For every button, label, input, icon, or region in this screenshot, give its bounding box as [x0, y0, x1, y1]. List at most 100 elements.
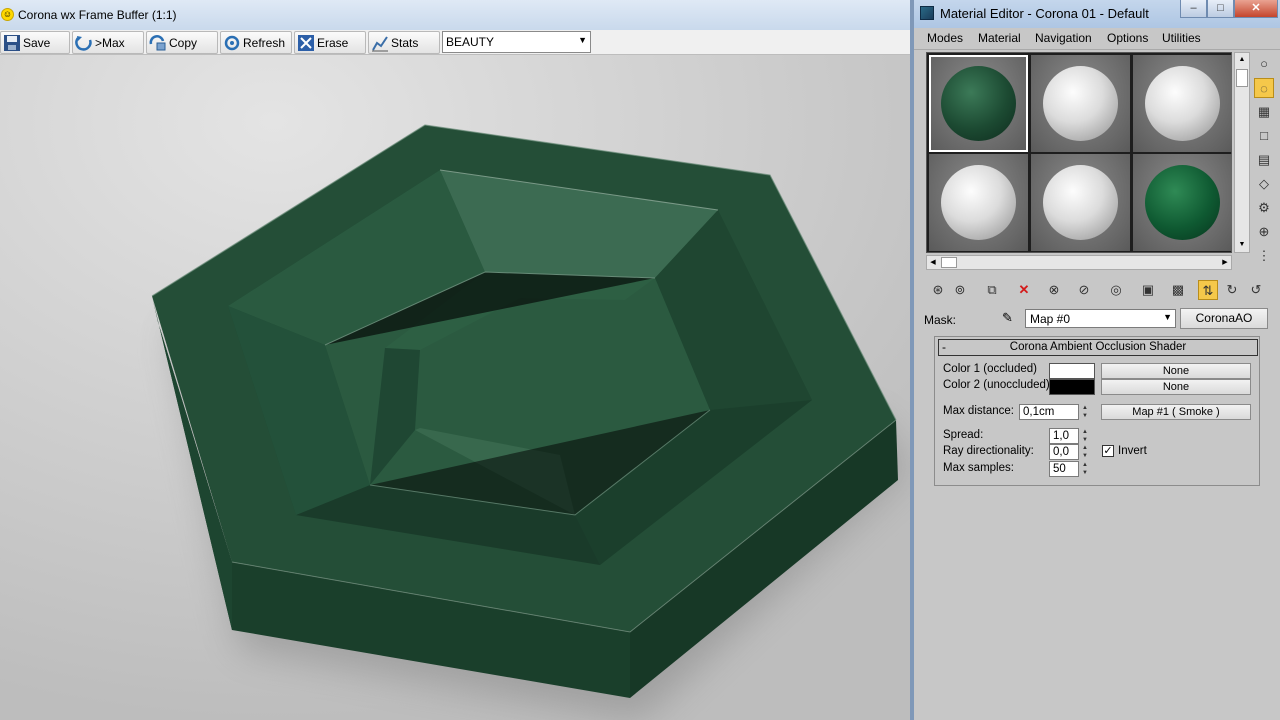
slot-vertical-scrollbar[interactable]: ▲ ▼ — [1234, 52, 1250, 253]
map-name-value: Map #0 — [1030, 312, 1071, 326]
map-type-button[interactable]: CoronaAO — [1180, 308, 1268, 329]
ray-directionality-input[interactable]: 0,0 — [1049, 444, 1079, 460]
sample-sphere — [941, 66, 1016, 141]
show-map-in-viewport-icon[interactable]: ▣ — [1138, 280, 1158, 300]
put-to-library-icon[interactable]: ⊘ — [1074, 280, 1094, 300]
material-slot-1[interactable] — [929, 55, 1028, 152]
max-distance-spinner-icon[interactable]: ▲ ▼ — [1080, 404, 1090, 420]
erase-icon — [298, 35, 314, 51]
map-name-row: Mask: ✎ Map #0 ▼ CoronaAO — [914, 306, 1280, 330]
material-slot-6[interactable] — [1133, 154, 1232, 251]
save-button[interactable]: Save — [0, 31, 70, 54]
render-channel-select[interactable]: BEAUTY ▼ — [442, 31, 591, 53]
save-label: Save — [23, 36, 51, 50]
material-editor-titlebar: Material Editor - Corona 01 - Default – … — [914, 0, 1280, 28]
color2-swatch[interactable] — [1049, 379, 1095, 395]
spread-spinner-icon[interactable]: ▲ ▼ — [1080, 428, 1090, 444]
minimize-button[interactable]: – — [1180, 0, 1207, 18]
app-logo-icon — [920, 6, 934, 20]
max-button[interactable]: >Max — [72, 31, 144, 54]
menu-modes[interactable]: Modes — [927, 31, 963, 45]
go-forward-sibling-icon[interactable]: ↻ — [1222, 280, 1242, 300]
dropdown-arrow-icon: ▼ — [1163, 312, 1172, 322]
menu-utilities[interactable]: Utilities — [1162, 31, 1201, 45]
put-to-scene-icon[interactable]: ⊚ — [950, 280, 970, 300]
eyedropper-icon[interactable]: ✎ — [1002, 310, 1020, 328]
sample-sphere — [1145, 165, 1220, 240]
color2-map-button[interactable]: None — [1101, 379, 1251, 395]
material-slot-4[interactable] — [929, 154, 1028, 251]
sample-sphere — [1043, 66, 1118, 141]
select-by-material-icon[interactable]: ⊕ — [1254, 222, 1274, 242]
send-to-max-icon — [75, 36, 92, 51]
go-to-parent-icon[interactable]: ⇅ — [1198, 280, 1218, 300]
material-editor-window: Material Editor - Corona 01 - Default – … — [910, 0, 1280, 720]
max-distance-map-button[interactable]: Map #1 ( Smoke ) — [1101, 404, 1251, 420]
color1-map-button[interactable]: None — [1101, 363, 1251, 379]
copy-button[interactable]: Copy — [146, 31, 218, 54]
material-map-navigator-icon[interactable]: ⋮ — [1254, 246, 1274, 266]
invert-checkbox[interactable]: ✓ — [1102, 445, 1114, 457]
pick-material-icon[interactable]: ↺ — [1246, 280, 1266, 300]
render-channel-value: BEAUTY — [446, 35, 495, 49]
max-samples-label: Max samples: — [943, 462, 1014, 474]
material-slot-3[interactable] — [1133, 55, 1232, 152]
make-preview-icon[interactable]: ◇ — [1254, 174, 1274, 194]
color1-label: Color 1 (occluded) — [943, 363, 1037, 375]
close-button[interactable]: ✕ — [1234, 0, 1278, 18]
copy-label: Copy — [169, 36, 198, 50]
show-end-result-icon[interactable]: ▩ — [1168, 280, 1188, 300]
refresh-label: Refresh — [243, 36, 286, 50]
background-checker-icon[interactable]: ▦ — [1254, 102, 1274, 122]
color1-swatch[interactable] — [1049, 363, 1095, 379]
sample-sphere — [941, 165, 1016, 240]
material-slot-2[interactable] — [1031, 55, 1130, 152]
material-id-channel-icon[interactable]: ◎ — [1106, 280, 1126, 300]
ray-directionality-spinner-icon[interactable]: ▲ ▼ — [1080, 444, 1090, 460]
material-toolbar: ⊛ ⊚ ⧉ ✕ ⊗ ⊘ ◎ ▣ ▩ ⇅ ↻ ↺ — [926, 278, 1276, 304]
scroll-thumb[interactable] — [941, 257, 957, 268]
rollout-header[interactable]: - Corona Ambient Occlusion Shader — [938, 339, 1258, 356]
floppy-disk-icon — [4, 35, 20, 51]
menu-options[interactable]: Options — [1107, 31, 1148, 45]
max-samples-input[interactable]: 50 — [1049, 461, 1079, 477]
copy-icon — [149, 35, 166, 51]
scroll-right-icon[interactable]: ▶ — [1219, 256, 1231, 269]
sample-sphere — [1145, 66, 1220, 141]
invert-label: Invert — [1118, 445, 1147, 457]
max-distance-label: Max distance: — [943, 405, 1014, 417]
spread-input[interactable]: 1,0 — [1049, 428, 1079, 444]
uv-tiling-icon[interactable]: □ — [1254, 126, 1274, 146]
menu-navigation[interactable]: Navigation — [1035, 31, 1092, 45]
sample-type-icon[interactable]: ○ — [1254, 54, 1274, 74]
erase-button[interactable]: Erase — [294, 31, 366, 54]
refresh-button[interactable]: Refresh — [220, 31, 292, 54]
window-title: Corona wx Frame Buffer (1:1) — [18, 8, 177, 22]
frame-buffer-titlebar: ☺ Corona wx Frame Buffer (1:1) — [0, 0, 910, 30]
spread-label: Spread: — [943, 429, 984, 441]
map-name-select[interactable]: Map #0 ▼ — [1025, 309, 1176, 328]
assign-to-selection-icon[interactable]: ⧉ — [982, 280, 1002, 300]
make-unique-icon[interactable]: ⊗ — [1044, 280, 1064, 300]
slot-horizontal-scrollbar[interactable]: ◀ ▶ — [926, 255, 1232, 270]
backlight-icon[interactable]: ◌ — [1254, 78, 1274, 98]
menu-material[interactable]: Material — [978, 31, 1021, 45]
frame-buffer-window: ☺ Corona wx Frame Buffer (1:1) Save >Max… — [0, 0, 910, 720]
stats-button[interactable]: Stats — [368, 31, 440, 54]
options-icon[interactable]: ⚙ — [1254, 198, 1274, 218]
mask-label: Mask: — [924, 313, 957, 327]
material-slot-5[interactable] — [1031, 154, 1130, 251]
reset-map-icon[interactable]: ✕ — [1014, 280, 1034, 300]
get-material-icon[interactable]: ⊛ — [928, 280, 948, 300]
maximize-button[interactable]: □ — [1207, 0, 1234, 18]
corona-smiley-icon: ☺ — [1, 8, 14, 21]
scroll-thumb[interactable] — [1236, 69, 1248, 87]
max-distance-input[interactable]: 0,1cm — [1019, 404, 1079, 420]
scroll-down-icon[interactable]: ▼ — [1235, 238, 1249, 252]
stats-label: Stats — [391, 36, 419, 50]
video-color-check-icon[interactable]: ▤ — [1254, 150, 1274, 170]
max-samples-spinner-icon[interactable]: ▲ ▼ — [1080, 461, 1090, 477]
scroll-left-icon[interactable]: ◀ — [927, 256, 939, 269]
scroll-up-icon[interactable]: ▲ — [1235, 53, 1249, 67]
refresh-icon — [224, 35, 240, 51]
